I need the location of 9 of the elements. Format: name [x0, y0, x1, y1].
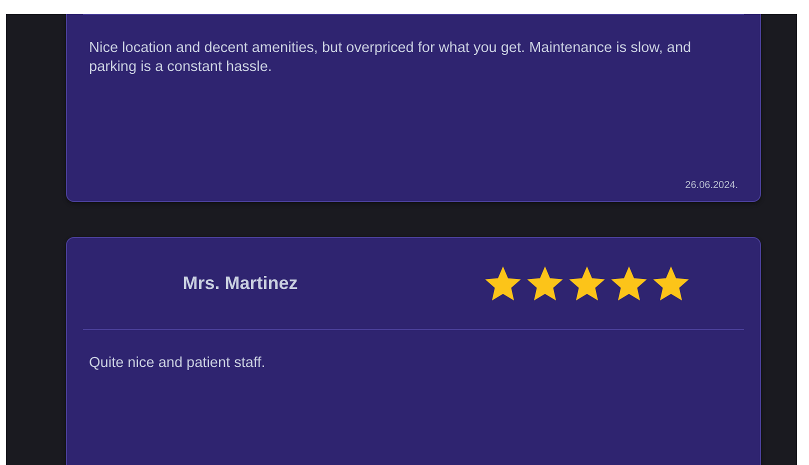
star-icon: [610, 266, 647, 302]
star-icon: [568, 266, 605, 302]
star-icon: [652, 266, 689, 302]
reviewer-name: Mrs. Martinez: [182, 273, 299, 294]
review-date: 26.06.2024.: [685, 180, 738, 191]
review-text: Quite nice and patient staff.: [89, 354, 266, 373]
star-icon: [484, 266, 521, 302]
star-icon: [526, 266, 563, 302]
review-text: Nice location and decent amenities, but overpriced for what you get. Maintenance is slow, and parking is a constant hassle.: [89, 39, 692, 77]
